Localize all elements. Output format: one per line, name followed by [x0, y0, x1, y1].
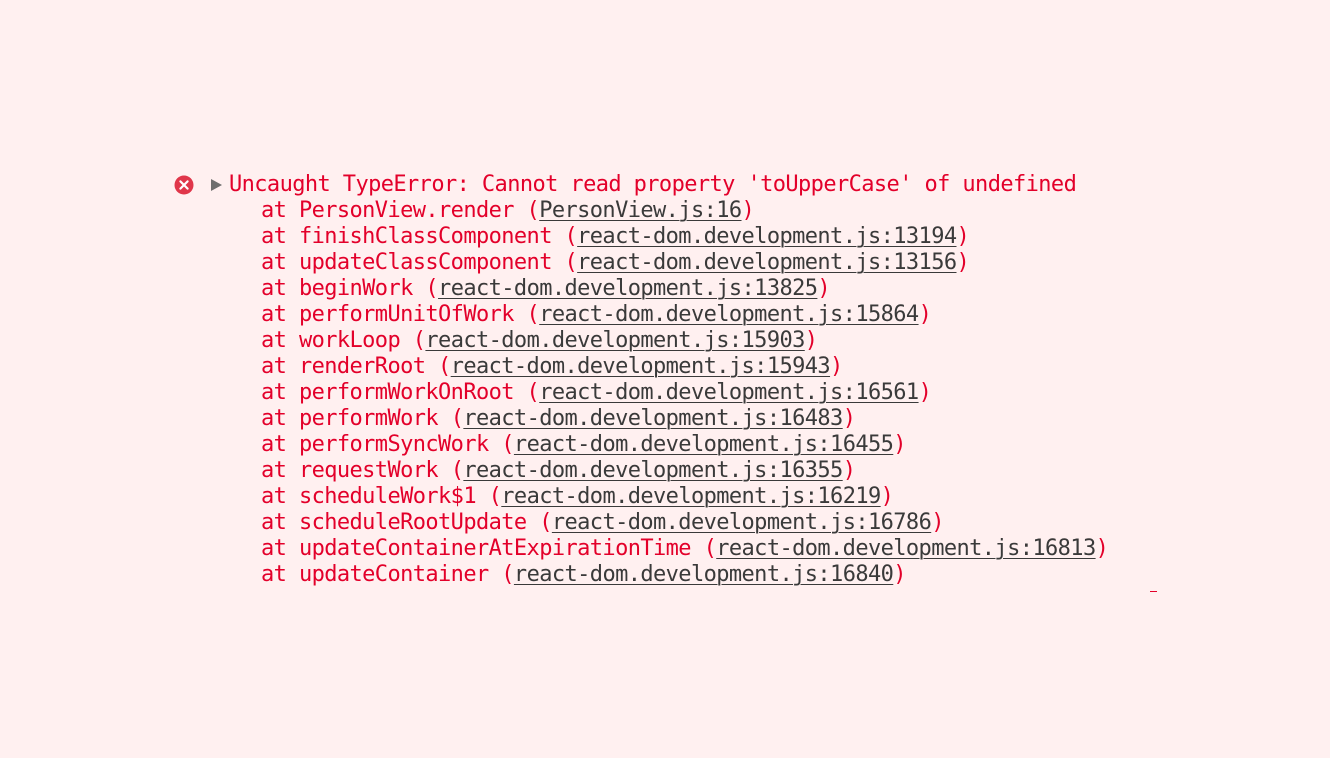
stack-frame-function: PersonView.render: [298, 198, 515, 223]
stack-frame-source-link[interactable]: react-dom.development.js:16840: [514, 562, 894, 587]
stack-frame-function: performSyncWork: [298, 432, 489, 457]
stack-frame-source-link[interactable]: react-dom.development.js:16483: [463, 406, 843, 431]
stack-frame-source-link[interactable]: react-dom.development.js:16813: [716, 536, 1096, 561]
stack-trace: at PersonView.render (PersonView.js:16) a…: [174, 198, 1294, 588]
stack-frame-function: finishClassComponent: [298, 224, 553, 249]
stack-frame-source-link[interactable]: react-dom.development.js:15903: [425, 328, 805, 353]
stack-frame-source-link[interactable]: react-dom.development.js:16355: [463, 458, 843, 483]
stack-frame-function: performUnitOfWork: [298, 302, 515, 327]
stack-frame: at PersonView.render (PersonView.js:16): [261, 198, 755, 223]
stack-frame-function: workLoop: [298, 328, 401, 353]
stack-frame: at updateContainerAtExpirationTime (reac…: [261, 536, 1109, 561]
error-message: Uncaught TypeError: Cannot read property…: [229, 172, 1077, 197]
stack-frame: at performUnitOfWork (react-dom.developm…: [261, 302, 932, 327]
stack-frame: at workLoop (react-dom.development.js:15…: [261, 328, 818, 353]
error-circle-x-icon: [174, 175, 194, 195]
stack-frame: at performWork (react-dom.development.js…: [261, 406, 856, 431]
stack-frame: at performWorkOnRoot (react-dom.developm…: [261, 380, 932, 405]
stack-frame-source-link[interactable]: react-dom.development.js:16786: [552, 510, 932, 535]
stack-frame: at renderRoot (react-dom.development.js:…: [261, 354, 843, 379]
stack-frame-source-link[interactable]: react-dom.development.js:16455: [514, 432, 894, 457]
stack-frame: at updateClassComponent (react-dom.devel…: [261, 250, 970, 275]
stack-frame-source-link[interactable]: react-dom.development.js:13194: [577, 224, 957, 249]
disclosure-triangle-right-icon[interactable]: [211, 179, 222, 191]
stack-frame-function: performWork: [298, 406, 439, 431]
stack-frame-function: beginWork: [298, 276, 413, 301]
stack-frame-source-link[interactable]: react-dom.development.js:16561: [539, 380, 919, 405]
stack-frame: at scheduleRootUpdate (react-dom.develop…: [261, 510, 944, 535]
stack-frame: at performSyncWork (react-dom.developmen…: [261, 432, 907, 457]
stack-frame-source-link[interactable]: react-dom.development.js:15943: [451, 354, 831, 379]
stack-frame-function: scheduleRootUpdate: [298, 510, 527, 535]
stack-frame-function: updateContainerAtExpirationTime: [298, 536, 692, 561]
error-header[interactable]: Uncaught TypeError: Cannot read property…: [174, 172, 1294, 198]
decorative-mark: [1150, 591, 1157, 592]
stack-frame: at beginWork (react-dom.development.js:1…: [261, 276, 831, 301]
stack-frame-function: scheduleWork$1: [298, 484, 477, 509]
stack-frame-function: renderRoot: [298, 354, 426, 379]
stack-frame-source-link[interactable]: PersonView.js:16: [539, 198, 742, 223]
stack-frame: at updateContainer (react-dom.developmen…: [261, 562, 907, 587]
stack-frame-function: requestWork: [298, 458, 439, 483]
stack-frame-source-link[interactable]: react-dom.development.js:13825: [438, 276, 818, 301]
stack-frame-function: updateContainer: [298, 562, 489, 587]
stack-frame: at scheduleWork$1 (react-dom.development…: [261, 484, 894, 509]
stack-frame-function: performWorkOnRoot: [298, 380, 515, 405]
stack-frame-source-link[interactable]: react-dom.development.js:15864: [539, 302, 919, 327]
stack-frame-function: updateClassComponent: [298, 250, 553, 275]
console-error-message: Uncaught TypeError: Cannot read property…: [174, 172, 1294, 588]
stack-frame: at requestWork (react-dom.development.js…: [261, 458, 856, 483]
stack-frame: at finishClassComponent (react-dom.devel…: [261, 224, 970, 249]
stack-frame-source-link[interactable]: react-dom.development.js:13156: [577, 250, 957, 275]
stack-frame-source-link[interactable]: react-dom.development.js:16219: [501, 484, 881, 509]
